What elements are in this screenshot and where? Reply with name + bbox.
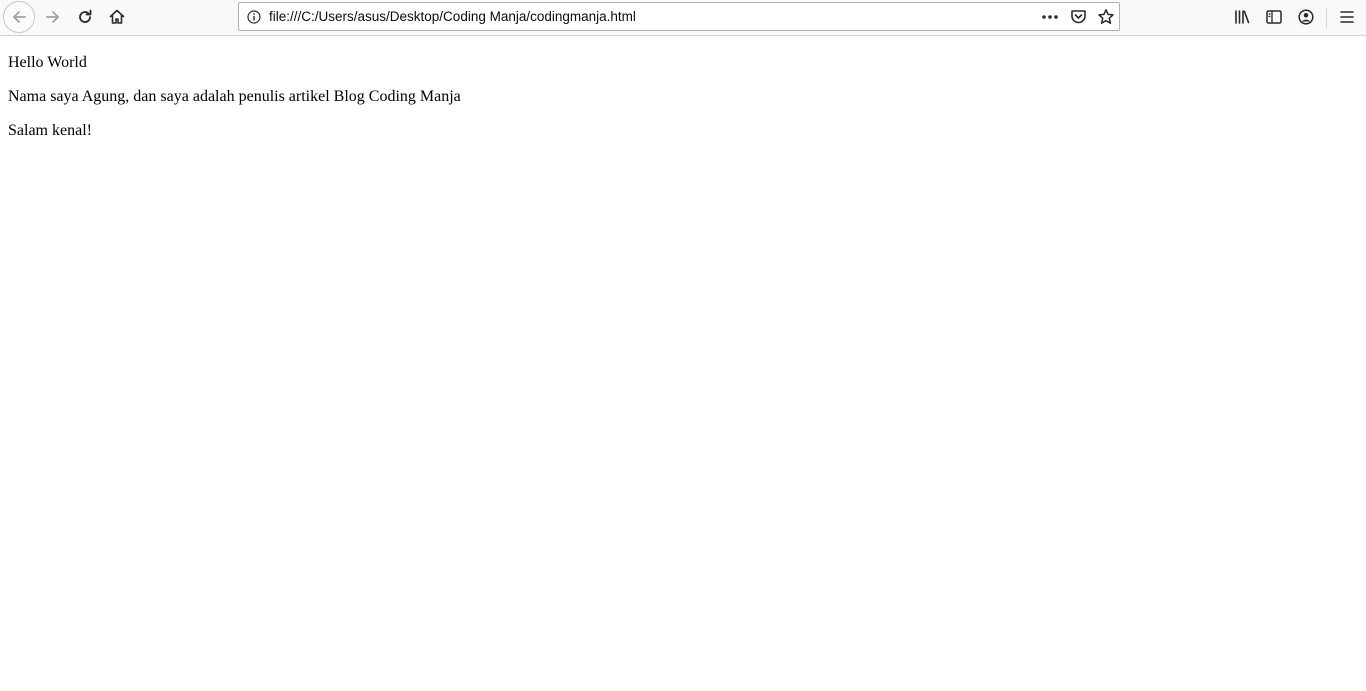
page-actions-button[interactable] bbox=[1039, 6, 1061, 28]
sidebar-button[interactable] bbox=[1258, 2, 1290, 32]
account-button[interactable] bbox=[1290, 2, 1322, 32]
star-icon bbox=[1098, 9, 1114, 24]
intro-text: Nama saya Agung, dan saya adalah penulis… bbox=[8, 88, 461, 105]
library-button[interactable] bbox=[1226, 2, 1258, 32]
menu-button[interactable] bbox=[1331, 2, 1363, 32]
more-dots-icon bbox=[1042, 15, 1058, 19]
back-arrow-icon bbox=[13, 11, 26, 23]
home-button[interactable] bbox=[101, 2, 133, 32]
closing-text: Salam kenal! bbox=[8, 122, 92, 139]
forward-arrow-icon bbox=[46, 11, 59, 23]
toolbar-separator bbox=[1326, 8, 1327, 28]
pocket-button[interactable] bbox=[1067, 6, 1089, 28]
library-icon bbox=[1235, 10, 1250, 24]
pocket-icon bbox=[1070, 10, 1086, 24]
hamburger-menu-icon bbox=[1340, 11, 1354, 23]
page-content: Hello World Nama saya Agung, dan saya ad… bbox=[8, 37, 461, 140]
greeting-text: Hello World bbox=[8, 54, 87, 71]
bookmark-button[interactable] bbox=[1095, 6, 1117, 28]
sidebar-icon bbox=[1266, 10, 1282, 24]
forward-button[interactable] bbox=[37, 2, 69, 32]
home-icon bbox=[109, 9, 125, 24]
back-button[interactable] bbox=[3, 1, 35, 33]
reload-icon bbox=[79, 9, 92, 23]
reload-button[interactable] bbox=[69, 2, 101, 32]
url-text[interactable]: file:///C:/Users/asus/Desktop/Coding Man… bbox=[269, 9, 636, 24]
account-icon bbox=[1298, 9, 1314, 25]
browser-toolbar: file:///C:/Users/asus/Desktop/Coding Man… bbox=[0, 0, 1366, 36]
info-icon[interactable] bbox=[245, 8, 263, 26]
url-bar[interactable]: file:///C:/Users/asus/Desktop/Coding Man… bbox=[238, 2, 1120, 31]
